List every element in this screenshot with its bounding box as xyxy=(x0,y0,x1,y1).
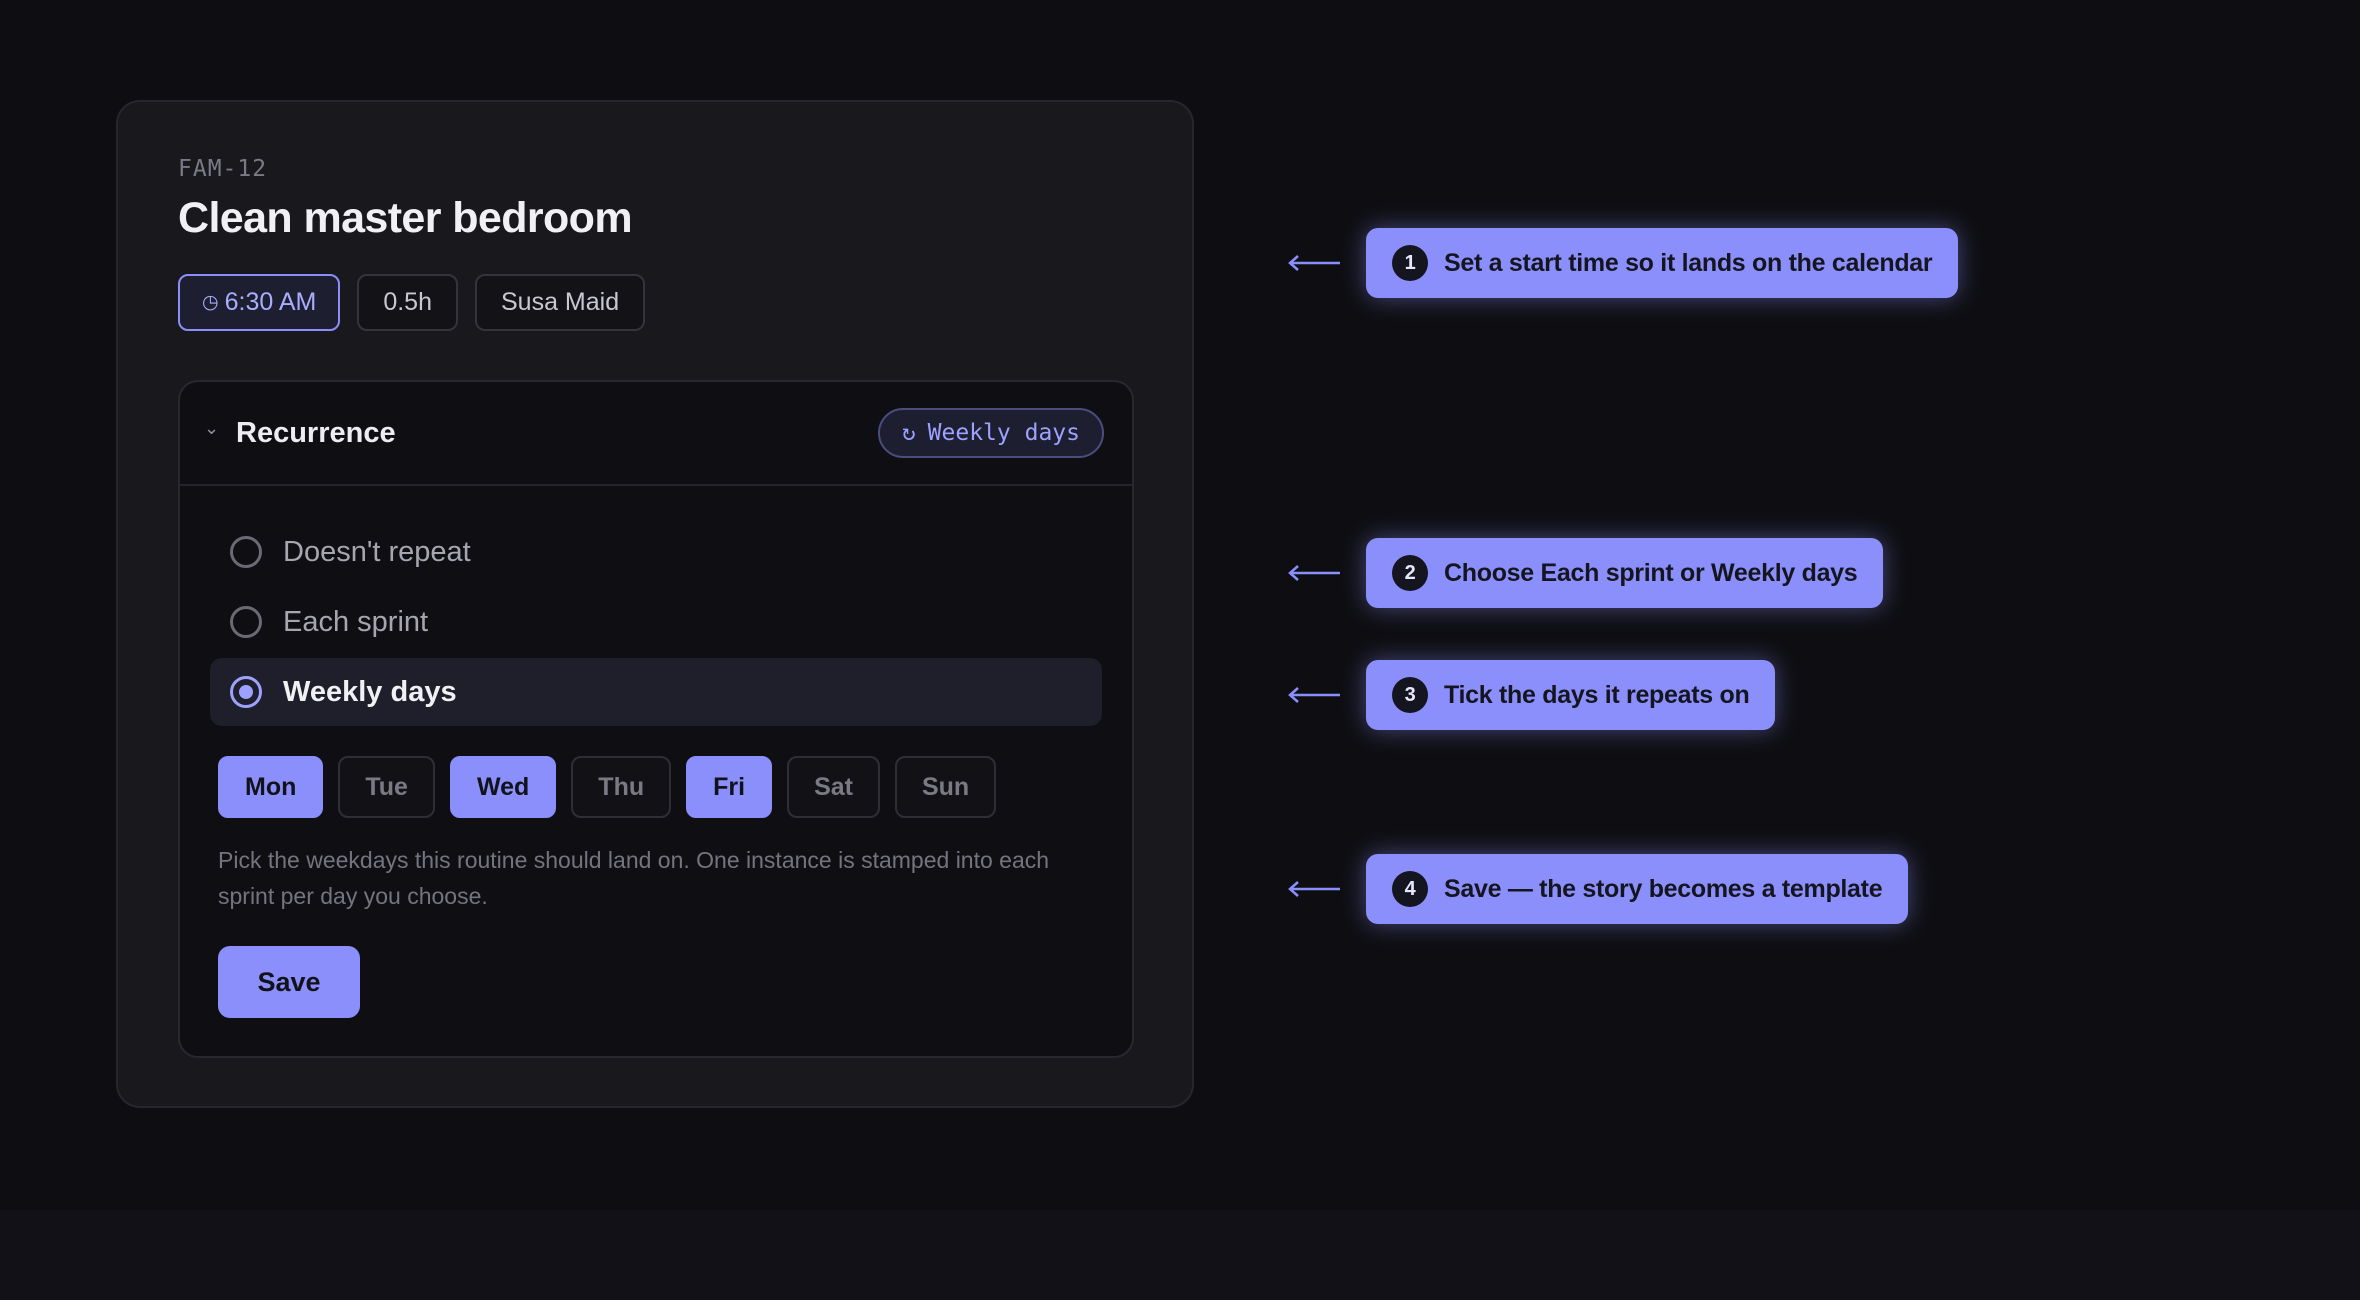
option-doesnt-repeat[interactable]: Doesn't repeat xyxy=(210,518,1102,586)
callout-bubble: 2 Choose Each sprint or Weekly days xyxy=(1366,538,1884,608)
story-card: FAM-12 Clean master bedroom ◷ 6:30 AM 0.… xyxy=(116,100,1194,1108)
callout-text: Choose Each sprint or Weekly days xyxy=(1444,558,1858,587)
arrow-left-icon xyxy=(1288,565,1340,581)
day-toggle-fri[interactable]: Fri xyxy=(686,756,773,818)
start-time-label: 6:30 AM xyxy=(224,288,317,316)
recurrence-mode-label: Weekly days xyxy=(927,420,1080,446)
weekday-picker: Mon Tue Wed Thu Fri Sat Sun xyxy=(218,756,997,818)
assignee-chip[interactable]: Susa Maid xyxy=(475,274,646,331)
save-button[interactable]: Save xyxy=(218,946,360,1018)
day-toggle-mon[interactable]: Mon xyxy=(218,756,324,818)
day-toggle-wed[interactable]: Wed xyxy=(449,756,557,818)
step-number: 3 xyxy=(1392,677,1428,713)
story-title: Clean master bedroom xyxy=(178,194,633,242)
recurrence-header[interactable]: ⌄ Recurrence ↻ Weekly days xyxy=(180,382,1132,486)
step-number: 2 xyxy=(1392,555,1428,591)
step-number: 4 xyxy=(1392,871,1428,907)
callout-text: Set a start time so it lands on the cale… xyxy=(1444,248,1933,277)
recurrence-mode-badge: ↻ Weekly days xyxy=(877,408,1104,458)
option-each-sprint[interactable]: Each sprint xyxy=(210,588,1102,656)
option-weekly-days[interactable]: Weekly days xyxy=(210,658,1102,726)
callout-bubble: 1 Set a start time so it lands on the ca… xyxy=(1366,228,1959,298)
option-label: Doesn't repeat xyxy=(283,535,471,568)
assignee-label: Susa Maid xyxy=(501,288,620,316)
story-id: FAM-12 xyxy=(178,156,268,182)
story-chips: ◷ 6:30 AM 0.5h Susa Maid xyxy=(178,274,646,331)
callout-bubble: 4 Save — the story becomes a template xyxy=(1366,854,1909,924)
option-label: Each sprint xyxy=(283,605,429,638)
chevron-down-icon[interactable]: ⌄ xyxy=(204,418,219,439)
recurrence-panel: ⌄ Recurrence ↻ Weekly days Doesn't repea… xyxy=(178,380,1134,1058)
recurrence-help-text: Pick the weekdays this routine should la… xyxy=(218,847,1050,909)
step-number: 1 xyxy=(1392,245,1428,281)
bottom-band xyxy=(0,1210,2360,1300)
day-toggle-thu[interactable]: Thu xyxy=(571,756,672,818)
radio-each-sprint[interactable] xyxy=(230,606,262,638)
clock-icon: ◷ xyxy=(202,292,219,313)
day-toggle-sat[interactable]: Sat xyxy=(787,756,880,818)
callout-text: Tick the days it repeats on xyxy=(1444,680,1750,709)
callout-bubble: 3 Tick the days it repeats on xyxy=(1366,660,1776,730)
day-toggle-tue[interactable]: Tue xyxy=(338,756,435,818)
radio-weekly-days[interactable] xyxy=(230,676,262,708)
callout-text: Save — the story becomes a template xyxy=(1444,874,1883,903)
repeat-icon: ↻ xyxy=(901,420,916,446)
recurrence-title: Recurrence xyxy=(236,417,396,449)
estimate-chip[interactable]: 0.5h xyxy=(357,274,458,331)
day-toggle-sun[interactable]: Sun xyxy=(894,756,997,818)
start-time-chip[interactable]: ◷ 6:30 AM xyxy=(178,274,341,331)
estimate-label: 0.5h xyxy=(383,288,432,316)
arrow-left-icon xyxy=(1288,881,1340,897)
radio-doesnt-repeat[interactable] xyxy=(230,536,262,568)
arrow-left-icon xyxy=(1288,687,1340,703)
option-label: Weekly days xyxy=(283,675,457,708)
arrow-left-icon xyxy=(1288,255,1340,271)
